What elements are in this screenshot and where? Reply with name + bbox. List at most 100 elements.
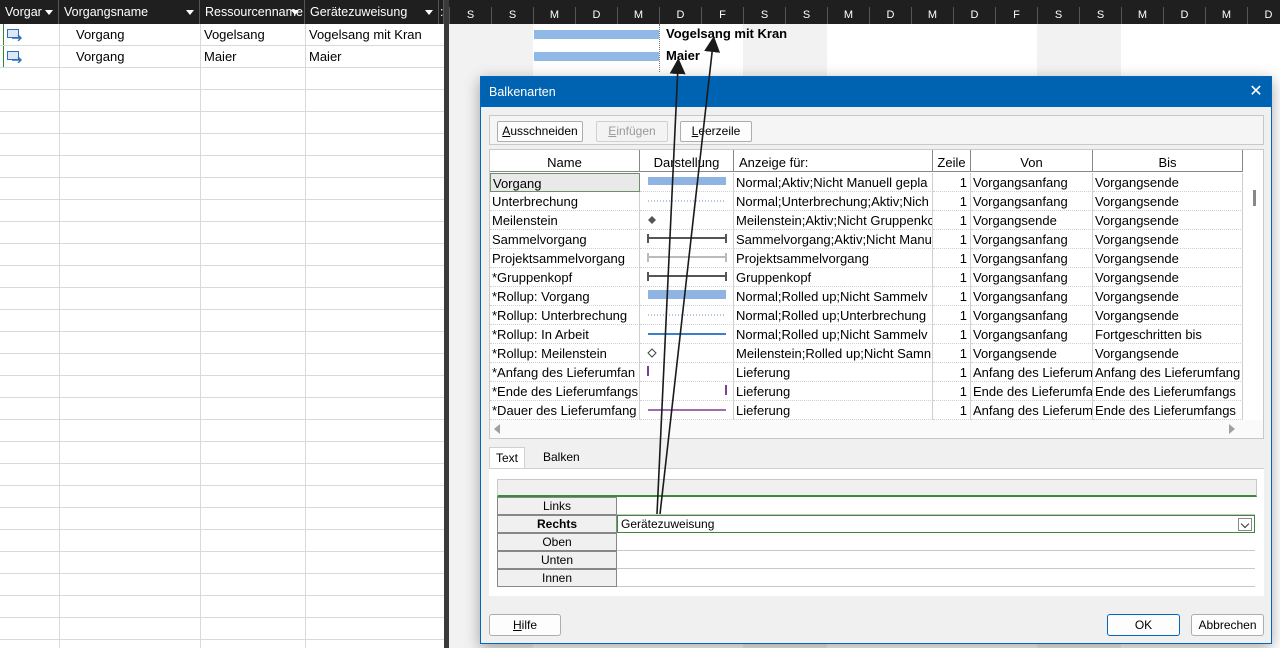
col-header-equipment[interactable]: Gerätezuweisung [305, 0, 439, 24]
empty-row[interactable] [0, 398, 444, 420]
appearance-cell[interactable] [640, 363, 734, 382]
row-cell[interactable]: 1 [933, 306, 971, 325]
appearance-cell[interactable] [640, 211, 734, 230]
empty-row[interactable] [0, 530, 444, 552]
row-cell[interactable]: 1 [933, 382, 971, 401]
scroll-thumb[interactable] [1253, 190, 1256, 206]
tab-bars[interactable]: Balken [537, 447, 586, 469]
col-header-appearance[interactable]: Darstellung [640, 150, 734, 172]
from-cell[interactable]: Vorgangsanfang [971, 325, 1093, 344]
style-name-cell[interactable]: *Rollup: Unterbrechung [490, 306, 640, 325]
col-header-name[interactable]: Name [490, 150, 640, 172]
resource-cell[interactable]: Maier [204, 46, 304, 68]
table-row[interactable]: Vorgang Maier Maier [0, 46, 444, 68]
empty-row[interactable] [0, 596, 444, 618]
bar-style-row[interactable]: Sammelvorgang Sammelvorgang;Aktiv;Nicht M… [490, 230, 1263, 249]
paste-button[interactable]: Einfügen [596, 121, 668, 142]
bar-style-row[interactable]: *Anfang des Lieferumfan Lieferung 1 Anfang … [490, 363, 1263, 382]
help-button[interactable]: Hilfe [489, 614, 561, 636]
show-for-cell[interactable]: Lieferung [734, 382, 933, 401]
col-header-task-name[interactable]: Vorgangsname [59, 0, 200, 24]
tab-text[interactable]: Text [489, 447, 526, 469]
from-cell[interactable]: Anfang des Lieferum [971, 363, 1093, 382]
appearance-cell[interactable] [640, 344, 734, 363]
bar-style-row[interactable]: *Gruppenkopf Gruppenkopf 1 Vorgangsanfang Vo… [490, 268, 1263, 287]
appearance-cell[interactable] [640, 249, 734, 268]
style-name-cell[interactable]: Vorgang [490, 173, 640, 192]
bar-style-row[interactable]: *Rollup: Unterbrechung Normal;Rolled up;U… [490, 306, 1263, 325]
text-position-row[interactable]: Innen [497, 569, 1257, 587]
text-position-field[interactable] [617, 497, 1255, 515]
from-cell[interactable]: Vorgangsanfang [971, 268, 1093, 287]
show-for-cell[interactable]: Normal;Rolled up;Nicht Sammelv [734, 287, 933, 306]
empty-row[interactable] [0, 310, 444, 332]
scroll-left-icon[interactable] [494, 424, 500, 434]
appearance-cell[interactable] [640, 401, 734, 420]
row-cell[interactable]: 1 [933, 287, 971, 306]
task-name-cell[interactable]: Vorgang [76, 24, 200, 46]
show-for-cell[interactable]: Normal;Rolled up;Unterbrechung [734, 306, 933, 325]
empty-row[interactable] [0, 354, 444, 376]
ok-button[interactable]: OK [1107, 614, 1180, 636]
bar-style-row[interactable]: Projektsammelvorgang Projektsammelvorgang… [490, 249, 1263, 268]
cut-button[interactable]: Ausschneiden [497, 121, 583, 142]
style-name-cell[interactable]: Unterbrechung [490, 192, 640, 211]
empty-row[interactable] [0, 244, 444, 266]
col-header-from[interactable]: Von [971, 150, 1093, 172]
text-position-field[interactable] [617, 569, 1255, 587]
bar-style-row[interactable]: Meilenstein Meilenstein;Aktiv;Nicht Grupp… [490, 211, 1263, 230]
text-position-field[interactable]: Gerätezuweisung [617, 515, 1255, 533]
col-header-resource[interactable]: Ressourcenname [200, 0, 305, 24]
show-for-cell[interactable]: Normal;Unterbrechung;Aktiv;Nich [734, 192, 933, 211]
empty-row[interactable] [0, 222, 444, 244]
row-cell[interactable]: 1 [933, 344, 971, 363]
bar-style-row[interactable]: *Ende des Lieferumfangs Lieferung 1 Ende de… [490, 382, 1263, 401]
empty-row[interactable] [0, 574, 444, 596]
bar-style-row[interactable]: *Dauer des Lieferumfang Lieferung 1 Anfang … [490, 401, 1263, 420]
from-cell[interactable]: Vorgangsende [971, 344, 1093, 363]
text-position-row[interactable]: Rechts Gerätezuweisung [497, 515, 1257, 533]
col-header-row[interactable]: Zeile [933, 150, 971, 172]
style-name-cell[interactable]: *Anfang des Lieferumfan [490, 363, 640, 382]
resource-cell[interactable]: Vogelsang [204, 24, 304, 46]
empty-row[interactable] [0, 266, 444, 288]
style-name-cell[interactable]: *Rollup: Meilenstein [490, 344, 640, 363]
from-cell[interactable]: Vorgangsanfang [971, 287, 1093, 306]
row-cell[interactable]: 1 [933, 192, 971, 211]
to-cell[interactable]: Vorgangsende [1093, 230, 1243, 249]
show-for-cell[interactable]: Lieferung [734, 363, 933, 382]
empty-row[interactable] [0, 464, 444, 486]
empty-row[interactable] [0, 332, 444, 354]
empty-row[interactable] [0, 552, 444, 574]
task-bar[interactable] [534, 30, 659, 39]
style-name-cell[interactable]: *Dauer des Lieferumfang [490, 401, 640, 420]
from-cell[interactable]: Vorgangsanfang [971, 306, 1093, 325]
bar-style-row[interactable]: *Rollup: Vorgang Normal;Rolled up;Nicht S… [490, 287, 1263, 306]
scroll-right-icon[interactable] [1229, 424, 1235, 434]
empty-row[interactable] [0, 156, 444, 178]
bar-style-row[interactable]: *Rollup: Meilenstein Meilenstein;Rolled u… [490, 344, 1263, 363]
empty-row[interactable] [0, 508, 444, 530]
empty-row[interactable] [0, 376, 444, 398]
to-cell[interactable]: Ende des Lieferumfangs [1093, 401, 1243, 420]
equipment-cell[interactable]: Maier [309, 46, 441, 68]
row-cell[interactable]: 1 [933, 249, 971, 268]
appearance-cell[interactable] [640, 268, 734, 287]
table-row[interactable]: Vorgang Vogelsang Vogelsang mit Kran [0, 24, 444, 46]
to-cell[interactable]: Ende des Lieferumfangs [1093, 382, 1243, 401]
style-name-cell[interactable]: *Gruppenkopf [490, 268, 640, 287]
bar-style-row[interactable]: *Rollup: In Arbeit Normal;Rolled up;Nicht… [490, 325, 1263, 344]
blank-row-button[interactable]: Leerzeile [680, 121, 752, 142]
empty-row[interactable] [0, 200, 444, 222]
text-position-field[interactable] [617, 533, 1255, 551]
cancel-button[interactable]: Abbrechen [1191, 614, 1264, 636]
from-cell[interactable]: Ende des Lieferumfa [971, 382, 1093, 401]
show-for-cell[interactable]: Projektsammelvorgang [734, 249, 933, 268]
appearance-cell[interactable] [640, 325, 734, 344]
appearance-cell[interactable] [640, 287, 734, 306]
from-cell[interactable]: Vorgangsanfang [971, 192, 1093, 211]
to-cell[interactable]: Fortgeschritten bis [1093, 325, 1243, 344]
text-position-row[interactable]: Links [497, 497, 1257, 515]
task-bar[interactable] [534, 52, 659, 61]
vertical-scrollbar[interactable] [1251, 174, 1259, 414]
